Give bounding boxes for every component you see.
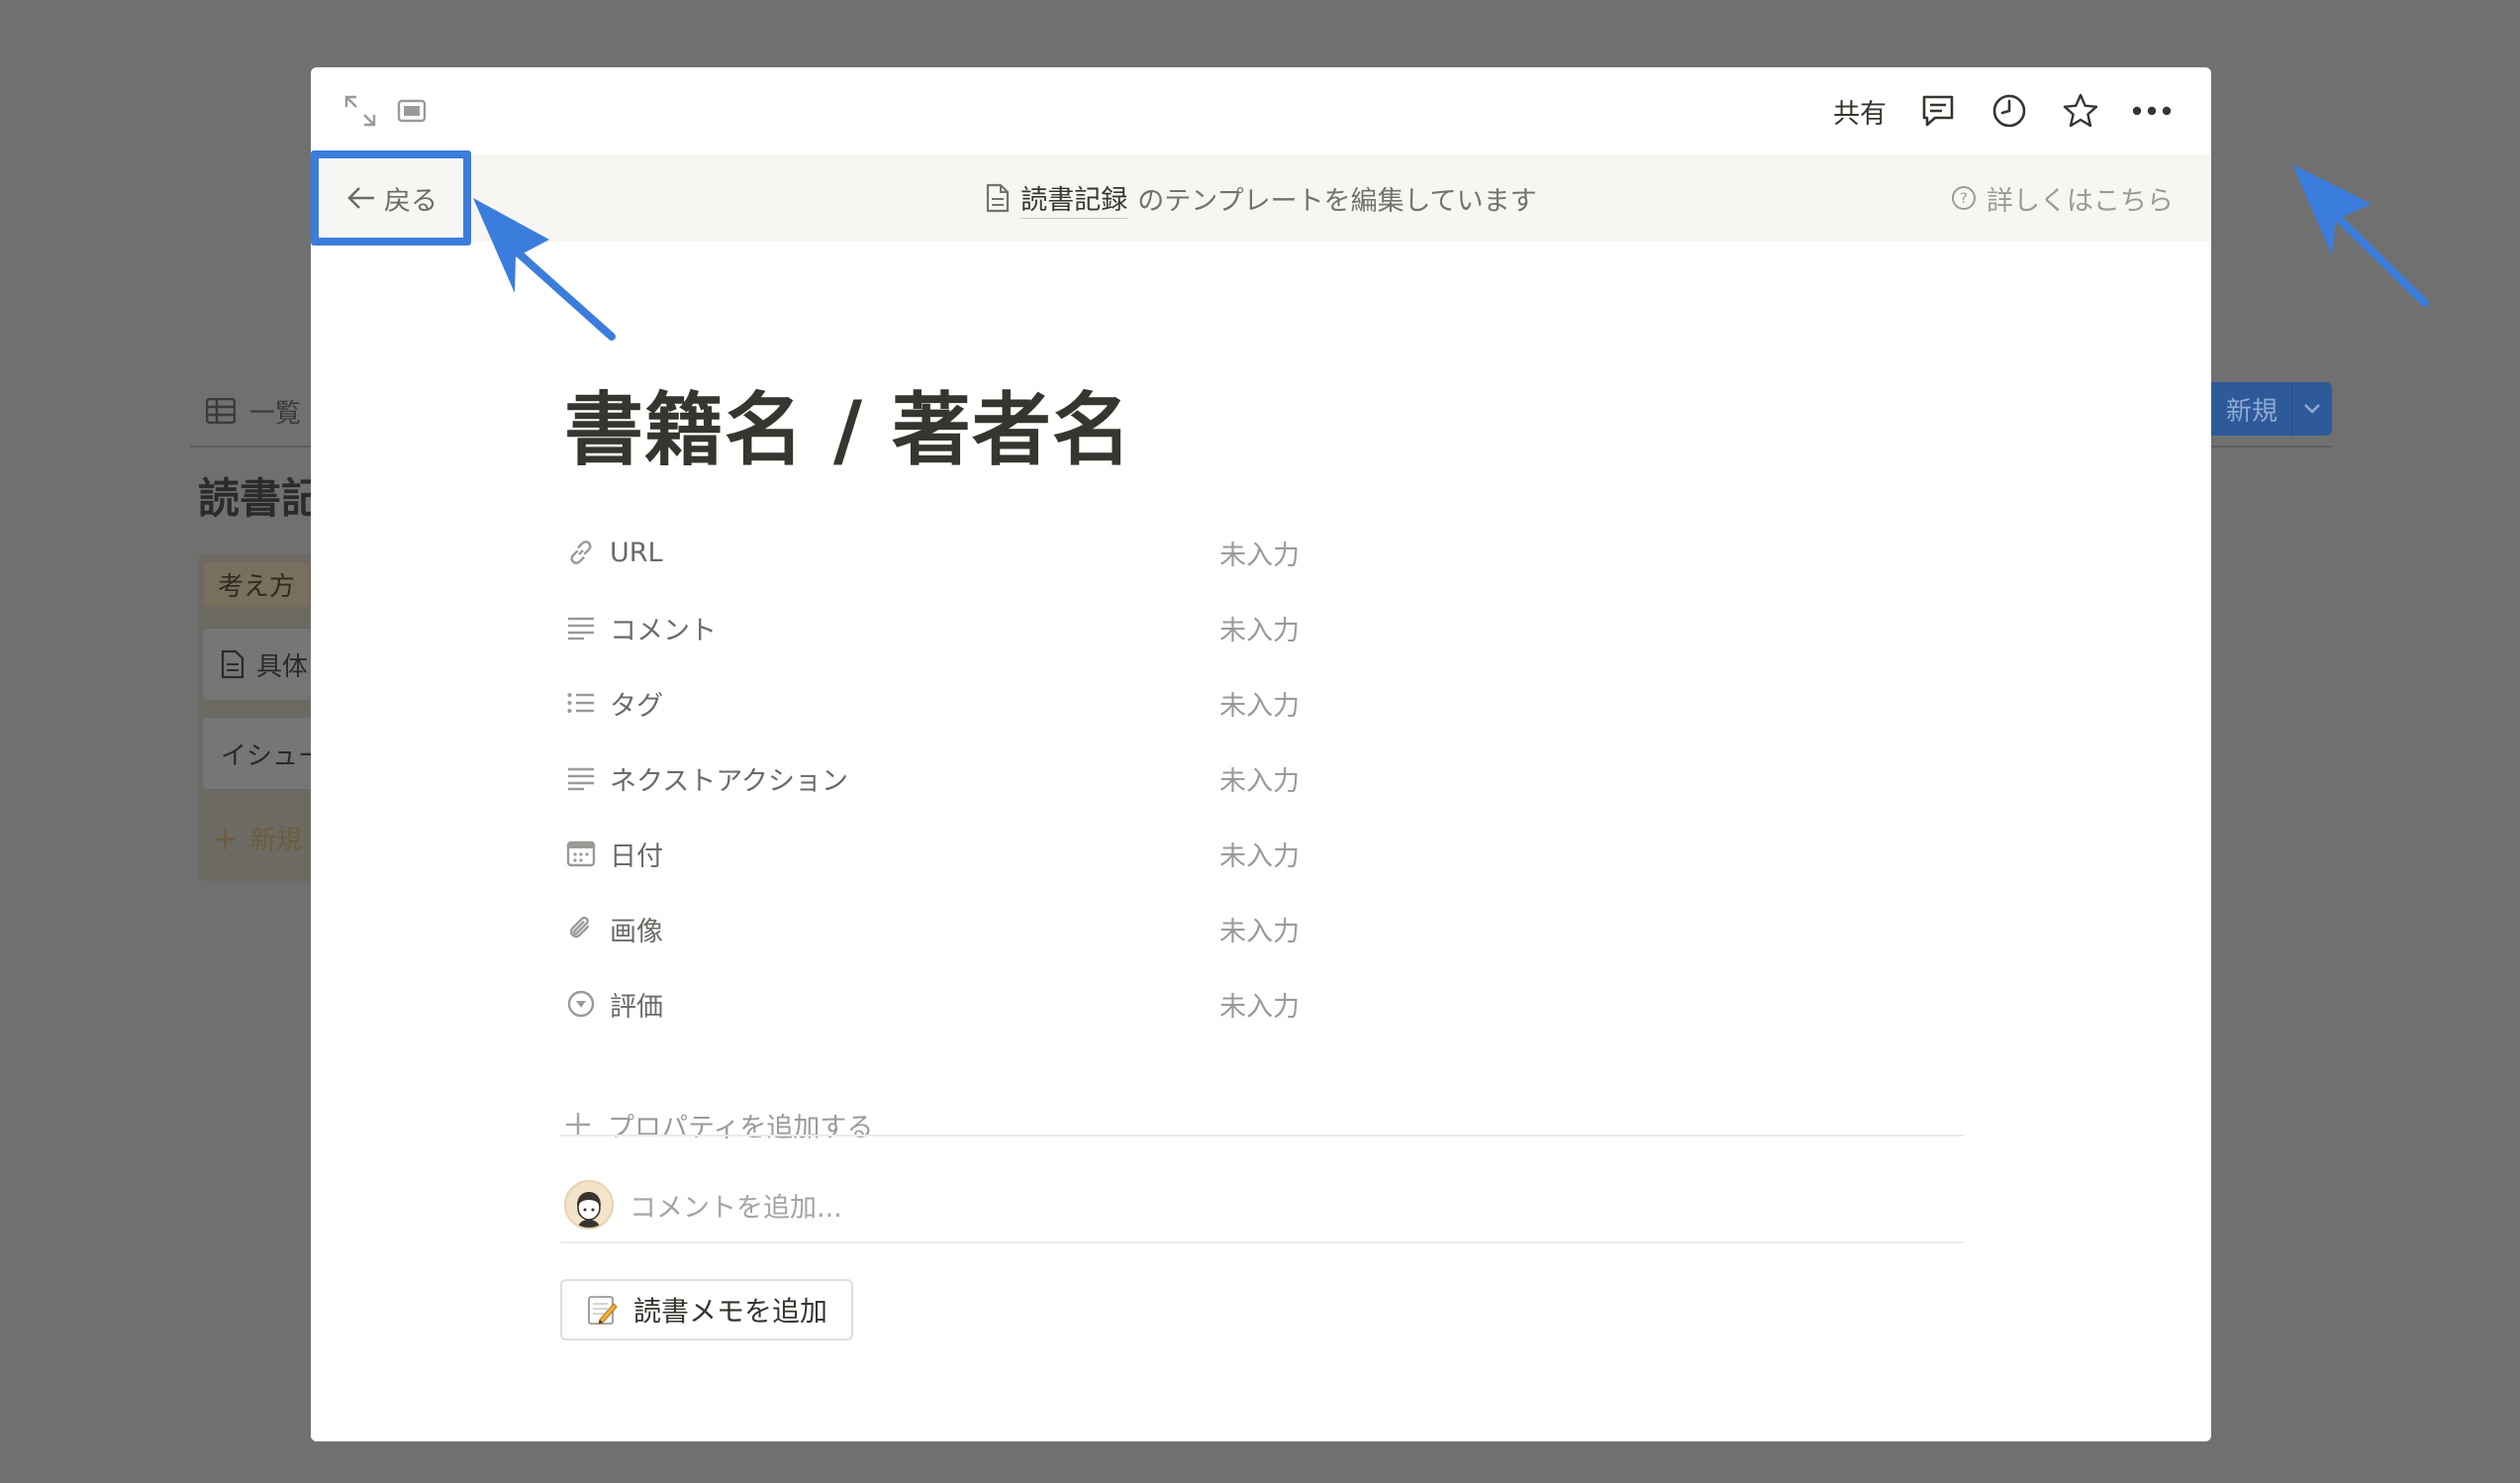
annotation-arrow-topright xyxy=(2292,164,2429,307)
annotation-arrows xyxy=(473,164,2429,341)
annotation-arrow-back xyxy=(473,198,616,341)
